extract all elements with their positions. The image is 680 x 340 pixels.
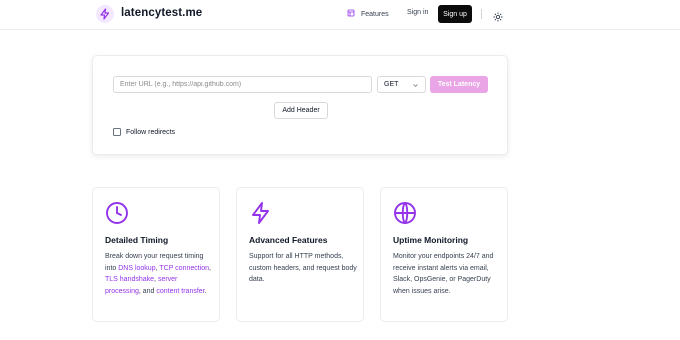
method-select[interactable]: GET [377,76,426,93]
chevron-down-icon [412,82,419,91]
feature-card-uptime: Uptime Monitoring Monitor your endpoints… [380,187,508,322]
highlight-term: content transfer [156,287,205,295]
feature-card-timing: Detailed Timing Break down your request … [92,187,220,322]
description-text: , and [138,287,157,295]
layout-icon [347,9,355,19]
feature-title: Advanced Features [249,235,328,245]
highlight-term: DNS lookup [118,264,156,272]
test-latency-button[interactable]: Test Latency [430,76,488,93]
description-text: Support for all HTTP methods, custom hea… [249,253,357,283]
top-header: latencytest.me Features Sign in Sign up [0,0,680,30]
highlight-term: TCP connection [159,264,210,272]
add-header-button[interactable]: Add Header [274,102,328,119]
follow-redirects-option[interactable]: Follow redirects [113,128,175,136]
globe-icon [393,201,417,225]
feature-description: Support for all HTTP methods, custom hea… [249,251,357,286]
header-divider [481,9,482,19]
nav-signin-link[interactable]: Sign in [407,9,428,16]
description-text: , [209,264,211,272]
highlight-term: TLS handshake [105,276,155,283]
zap-icon [249,201,273,225]
latency-test-form: GET Test Latency Add Header Follow redir… [92,55,508,155]
feature-title: Uptime Monitoring [393,235,469,245]
method-select-value: GET [384,81,399,88]
lightning-bolt-icon[interactable] [96,5,114,23]
description-text: . [204,287,207,295]
follow-redirects-label: Follow redirects [126,128,176,136]
sun-icon[interactable] [493,9,503,22]
feature-description: Monitor your endpoints 24/7 and receive … [393,251,501,297]
clock-icon [105,201,129,225]
brand-name[interactable]: latencytest.me [121,7,202,19]
description-text: Monitor your endpoints 24/7 and receive … [393,253,494,295]
feature-card-advanced: Advanced Features Support for all HTTP m… [236,187,364,322]
url-input[interactable] [113,76,372,93]
signup-button[interactable]: Sign up [438,5,472,23]
follow-redirects-checkbox[interactable] [113,128,121,136]
feature-title: Detailed Timing [105,235,169,245]
nav-features-label: Features [361,10,389,18]
feature-description: Break down your request timing into DNS … [105,251,213,297]
nav-features-link[interactable]: Features [347,9,389,19]
